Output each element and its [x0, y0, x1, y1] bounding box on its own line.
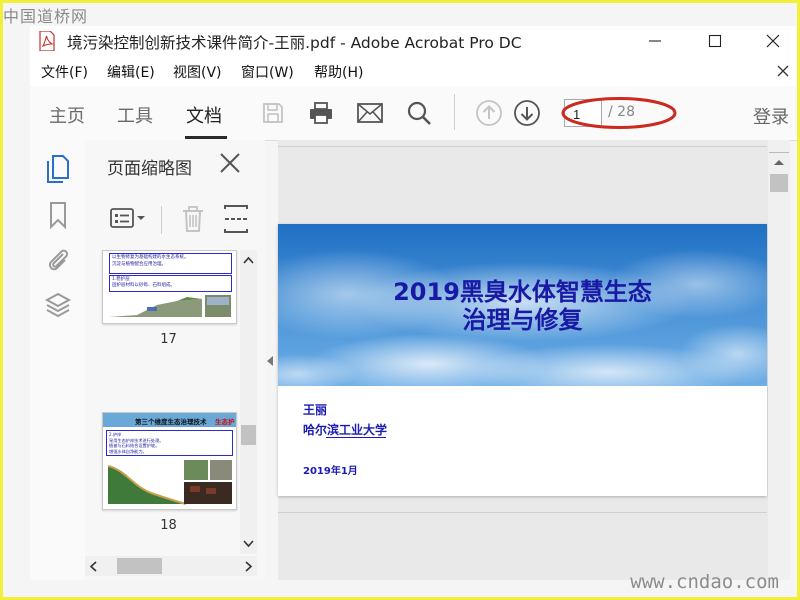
red-ellipse-annotation: [561, 97, 677, 129]
thumbnail-options-icon[interactable]: [109, 206, 149, 232]
scroll-up-icon[interactable]: [773, 158, 785, 166]
thumbnail-text-box: 以生物修复为基础构建的水生态系统。 沉淀与植物配合应用治理。: [109, 253, 232, 274]
scrollbar-thumb[interactable]: [241, 425, 256, 445]
scrollbar-top-cap: [769, 142, 789, 153]
layers-icon[interactable]: [44, 290, 72, 320]
save-button[interactable]: [258, 98, 288, 128]
thumbnail-header-bar: 第三个维度生态治理技术 生态护: [103, 413, 236, 427]
thumbnail-photos: [107, 460, 232, 505]
maximize-icon: [708, 34, 722, 48]
bookmark-icon[interactable]: [44, 200, 72, 230]
thumbnail-diagram: [109, 295, 231, 317]
menu-file[interactable]: 文件(F): [41, 62, 88, 82]
save-icon: [263, 103, 283, 123]
slide-author: 王丽: [303, 403, 328, 417]
thumbnail-page-number: 17: [160, 332, 177, 347]
toolbar-separator: [454, 94, 455, 130]
panel-toolbar: [85, 198, 265, 242]
scroll-up-icon[interactable]: [243, 256, 254, 264]
delete-page-icon[interactable]: [180, 204, 206, 234]
thumbnails-panel: 页面缩略图 以生物修复为基础构建的水生态系统。 沉淀与植物配合应用治理。 1.稳…: [85, 140, 265, 597]
extract-page-icon[interactable]: [223, 204, 251, 234]
collapse-panel-icon[interactable]: [266, 355, 274, 367]
menu-window[interactable]: 窗口(W): [241, 62, 294, 82]
thumbnail-page-17[interactable]: 以生物修复为基础构建的水生态系统。 沉淀与植物配合应用治理。 1.稳护层 固护层…: [102, 250, 237, 324]
page-thumbnails-icon[interactable]: [44, 154, 72, 184]
next-page-edge: [278, 512, 767, 513]
next-page-icon: [514, 100, 540, 126]
screenshot-frame: 境污染控制创新技术课件简介-王丽.pdf - Adobe Acrobat Pro…: [0, 0, 800, 600]
thumbnail-text-box: 2.护岸 采用生态护岸技术进行处理。 植被与石料结合设置护坡。 增强水体自净能力…: [106, 430, 233, 456]
maximize-button[interactable]: [700, 28, 730, 54]
tab-home[interactable]: 主页: [49, 102, 85, 128]
panel-toolbar-separator: [161, 206, 162, 234]
close-window-button[interactable]: [758, 28, 788, 54]
thumbnails-vertical-scrollbar[interactable]: [240, 250, 257, 554]
scroll-down-icon[interactable]: [243, 540, 254, 548]
minimize-icon: [649, 40, 661, 42]
close-document-button[interactable]: [777, 60, 789, 82]
previous-page-button[interactable]: [474, 98, 504, 128]
tab-tools[interactable]: 工具: [117, 102, 153, 128]
title-bar: 境污染控制创新技术课件简介-王丽.pdf - Adobe Acrobat Pro…: [30, 26, 797, 56]
print-button[interactable]: [306, 98, 336, 128]
slide-title: 2019黑臭水体智慧生态 治理与修复: [278, 278, 767, 334]
tab-document[interactable]: 文档: [186, 102, 222, 128]
scroll-right-icon[interactable]: [245, 561, 253, 572]
login-button[interactable]: 登录: [753, 103, 789, 129]
previous-page-edge: [278, 146, 767, 147]
slide-date: 2019年1月: [303, 466, 358, 477]
mail-icon: [357, 103, 383, 123]
thumbnail-page-number: 18: [160, 518, 177, 533]
next-page-button[interactable]: [512, 98, 542, 128]
close-icon: [766, 34, 780, 48]
previous-page-icon: [476, 100, 502, 126]
slide-title-line: 治理与修复: [462, 306, 583, 334]
thumbnail-body-line: 固护层材料以砂砾、石料组成。: [112, 283, 175, 288]
print-icon: [310, 102, 332, 124]
watermark-bottom: www.cndao.com: [630, 571, 779, 593]
document-view: 2019黑臭水体智慧生态 治理与修复 王丽 哈尔滨工业大学 2019年1月: [278, 140, 768, 580]
minimize-button[interactable]: [640, 28, 670, 54]
search-icon: [407, 101, 431, 125]
close-panel-icon[interactable]: [217, 150, 243, 176]
document-vertical-scrollbar[interactable]: [768, 140, 790, 580]
search-button[interactable]: [404, 98, 434, 128]
thumbnails-horizontal-scrollbar[interactable]: [85, 556, 257, 576]
window-title: 境污染控制创新技术课件简介-王丽.pdf - Adobe Acrobat Pro…: [67, 34, 522, 52]
navigation-rail: [30, 140, 86, 597]
watermark-top: 中国道桥网: [3, 7, 89, 26]
thumbnail-list: 以生物修复为基础构建的水生态系统。 沉淀与植物配合应用治理。 1.稳护层 固护层…: [95, 250, 240, 568]
menu-bar: 文件(F) 编辑(E) 视图(V) 窗口(W) 帮助(H): [30, 56, 797, 86]
attachment-icon[interactable]: [44, 244, 72, 274]
university-underline: [326, 437, 386, 438]
slide-title-line: 2019黑臭水体智慧生态: [393, 278, 652, 306]
thumbnail-page-18[interactable]: 第三个维度生态治理技术 生态护 2.护岸 采用生态护岸技术进行处理。 植被与石料…: [102, 412, 237, 510]
scroll-left-icon[interactable]: [89, 561, 97, 572]
pdf-file-icon: [39, 31, 55, 51]
pdf-page: 2019黑臭水体智慧生态 治理与修复 王丽 哈尔滨工业大学 2019年1月: [278, 224, 767, 496]
email-button[interactable]: [355, 98, 385, 128]
menu-help[interactable]: 帮助(H): [314, 62, 363, 82]
slide-university: 哈尔滨工业大学: [303, 423, 388, 437]
thumbnail-header-highlight: 生态护: [215, 418, 235, 426]
active-tab-indicator: [185, 136, 227, 139]
panel-title: 页面缩略图: [107, 159, 192, 179]
thumbnail-heading-line: 沉淀与植物配合应用治理。: [112, 261, 166, 267]
close-icon: [777, 65, 789, 77]
main-toolbar: 主页 工具 文档 1 / 28 登录: [30, 86, 797, 141]
scrollbar-thumb[interactable]: [117, 558, 162, 574]
scrollbar-thumb[interactable]: [770, 174, 788, 192]
thumbnail-header-text: 第三个维度生态治理技术: [135, 418, 207, 426]
thumbnail-body-line: 增强水体自净能力。: [109, 448, 147, 454]
menu-edit[interactable]: 编辑(E): [107, 62, 155, 82]
menu-view[interactable]: 视图(V): [173, 62, 222, 82]
thumbnail-text-box: 1.稳护层 固护层材料以砂砾、石料组成。: [109, 275, 232, 292]
